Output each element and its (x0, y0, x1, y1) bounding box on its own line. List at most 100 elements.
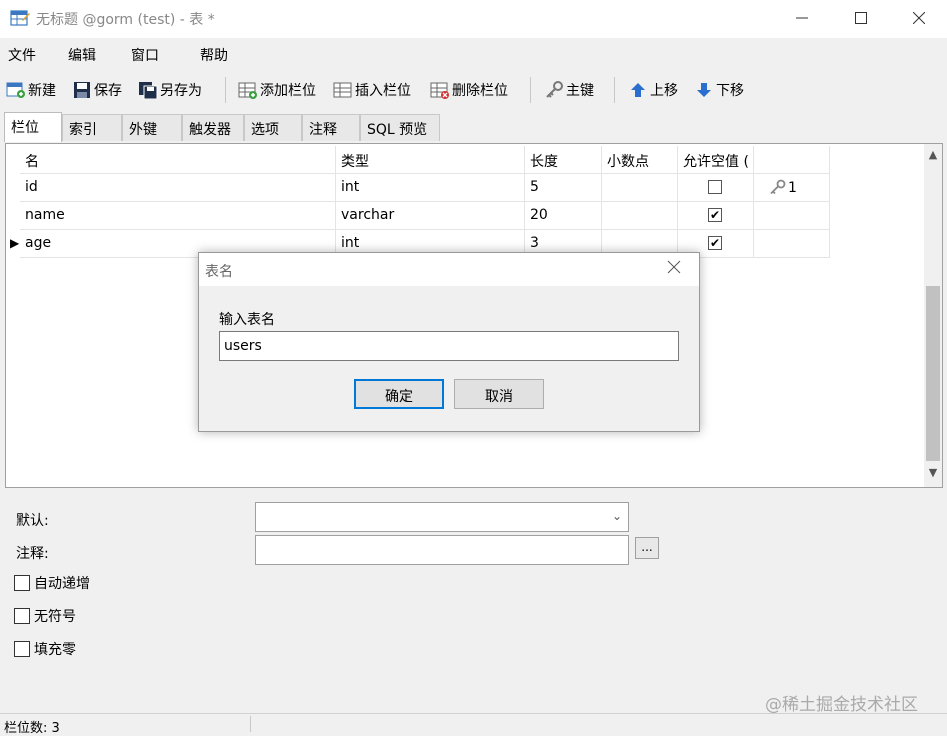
maximize-icon (855, 12, 867, 24)
comment-ellipsis-button[interactable]: ... (635, 537, 659, 559)
menu-window[interactable]: 窗口 (131, 45, 159, 65)
cell-decimals[interactable] (602, 174, 678, 202)
maximize-button[interactable] (832, 0, 890, 36)
toolbar-separator (614, 77, 615, 103)
dialog-title-bar: 表名 (199, 253, 699, 286)
cell-type[interactable]: varchar (336, 202, 525, 230)
save-icon (74, 82, 90, 98)
status-separator (250, 716, 251, 732)
tab-triggers[interactable]: 触发器 (182, 114, 244, 141)
key-order: 1 (788, 180, 797, 196)
move-up-button[interactable]: 上移 (628, 78, 678, 102)
save-label: 保存 (94, 83, 122, 99)
tab-options[interactable]: 选项 (244, 114, 302, 141)
chevron-down-icon: ⌄ (611, 509, 622, 523)
toolbar-separator (225, 77, 226, 103)
delete-field-label: 删除栏位 (452, 83, 508, 99)
column-header-type[interactable]: 类型 (336, 146, 525, 174)
tab-fields[interactable]: 栏位 (4, 112, 62, 142)
status-bar: 栏位数: 3 (0, 713, 947, 736)
comment-input[interactable] (255, 535, 629, 565)
ok-button[interactable]: 确定 (354, 379, 444, 409)
auto-increment-checkbox[interactable] (14, 575, 30, 591)
unsigned-checkbox[interactable] (14, 608, 30, 624)
scroll-thumb[interactable] (926, 286, 940, 461)
close-icon (667, 260, 681, 274)
cancel-button[interactable]: 取消 (454, 379, 544, 409)
move-up-label: 上移 (650, 83, 678, 99)
cell-nullable[interactable]: ✔ (678, 202, 754, 230)
column-header-nullable[interactable]: 允许空值 ( (678, 146, 754, 174)
new-button[interactable]: 新建 (6, 78, 56, 102)
nullable-checkbox[interactable]: ✔ (708, 208, 722, 222)
cell-key (754, 202, 830, 230)
tab-sql-preview[interactable]: SQL 预览 (360, 114, 440, 141)
arrow-down-icon (697, 83, 711, 97)
auto-increment-label: 自动递增 (34, 576, 90, 592)
insert-field-icon (333, 82, 352, 98)
cell-name[interactable]: id (20, 174, 336, 202)
menu-bar: 文件 编辑 窗口 帮助 (0, 38, 947, 70)
watermark: @稀土掘金技术社区 (765, 695, 918, 715)
cell-name[interactable]: name (20, 202, 336, 230)
menu-edit[interactable]: 编辑 (68, 45, 96, 65)
table-name-input[interactable] (219, 331, 679, 361)
insert-field-button[interactable]: 插入栏位 (333, 78, 411, 102)
primary-key-icon (770, 179, 786, 195)
column-header-decimals[interactable]: 小数点 (602, 146, 678, 174)
add-field-label: 添加栏位 (260, 83, 316, 99)
dialog-close-button[interactable] (667, 259, 681, 278)
new-table-icon (6, 82, 25, 98)
table-name-dialog: 表名 输入表名 确定 取消 (198, 252, 700, 432)
tab-bar: 栏位 索引 外键 触发器 选项 注释 SQL 预览 (0, 112, 947, 142)
key-icon (546, 81, 563, 98)
cell-key: 1 (754, 174, 830, 202)
minimize-button[interactable] (773, 0, 831, 36)
minimize-icon (796, 17, 808, 19)
scroll-up-icon[interactable]: ▲ (924, 148, 942, 166)
cell-type[interactable]: int (336, 174, 525, 202)
tab-foreign-keys[interactable]: 外键 (122, 114, 182, 141)
save-as-button[interactable]: 另存为 (138, 78, 202, 102)
grid-vertical-scrollbar[interactable]: ▲ ▼ (924, 144, 942, 487)
insert-field-label: 插入栏位 (355, 83, 411, 99)
cell-length[interactable]: 20 (525, 202, 602, 230)
field-count: 栏位数: 3 (4, 721, 60, 736)
nullable-checkbox[interactable] (708, 180, 722, 194)
close-button[interactable] (890, 0, 947, 36)
delete-field-button[interactable]: 删除栏位 (430, 78, 508, 102)
zerofill-label: 填充零 (34, 642, 76, 658)
unsigned-option[interactable]: 无符号 (14, 606, 76, 626)
delete-field-icon (430, 82, 449, 99)
grid-header: 名 类型 长度 小数点 允许空值 ( (6, 146, 832, 174)
window-title: 无标题 @gorm (test) - 表 * (36, 12, 215, 28)
table-app-icon (10, 10, 30, 26)
tab-indexes[interactable]: 索引 (62, 114, 122, 141)
toolbar-separator (530, 77, 531, 103)
zerofill-checkbox[interactable] (14, 641, 30, 657)
zerofill-option[interactable]: 填充零 (14, 639, 76, 659)
table-name-label: 输入表名 (219, 312, 275, 328)
nullable-checkbox[interactable]: ✔ (708, 236, 722, 250)
cell-length[interactable]: 5 (525, 174, 602, 202)
save-button[interactable]: 保存 (72, 78, 122, 102)
cell-decimals[interactable] (602, 202, 678, 230)
add-field-icon (238, 82, 257, 99)
close-icon (913, 12, 925, 24)
dialog-title: 表名 (205, 264, 233, 280)
scroll-down-icon[interactable]: ▼ (924, 466, 942, 484)
primary-key-label: 主键 (566, 83, 594, 99)
primary-key-button[interactable]: 主键 (544, 78, 594, 102)
comment-label: 注释: (16, 546, 49, 562)
column-header-name[interactable]: 名 (20, 146, 336, 174)
default-value-select[interactable]: ⌄ (255, 502, 629, 532)
move-down-button[interactable]: 下移 (694, 78, 744, 102)
add-field-button[interactable]: 添加栏位 (238, 78, 316, 102)
cell-nullable[interactable] (678, 174, 754, 202)
menu-help[interactable]: 帮助 (200, 45, 228, 65)
menu-file[interactable]: 文件 (8, 45, 36, 65)
tab-comments[interactable]: 注释 (302, 114, 360, 141)
column-header-length[interactable]: 长度 (525, 146, 602, 174)
arrow-up-icon (631, 83, 645, 97)
auto-increment-option[interactable]: 自动递增 (14, 573, 90, 593)
